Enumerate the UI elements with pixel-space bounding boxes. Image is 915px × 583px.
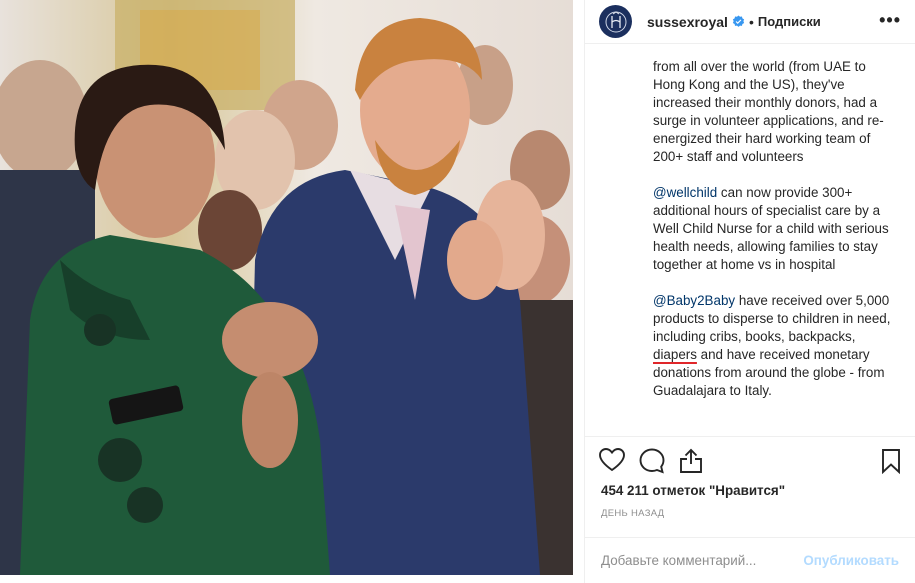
header-separator: •	[748, 13, 754, 30]
post-actions-bar	[599, 448, 901, 476]
spellcheck-highlight: diapers	[653, 347, 697, 362]
more-options-icon[interactable]: •••	[879, 10, 901, 31]
post-header: sussexroyal • Подписки •••	[585, 0, 915, 44]
heart-icon[interactable]	[599, 448, 625, 477]
caption-paragraph: @Baby2Baby have received over 5,000 prod…	[653, 292, 899, 400]
comment-bar: Опубликовать	[585, 537, 915, 583]
monogram-logo-icon	[605, 10, 626, 32]
share-icon[interactable]	[679, 448, 703, 479]
verified-badge-icon	[732, 15, 745, 28]
post-side-panel: sussexroyal • Подписки ••• from all over…	[584, 0, 915, 583]
caption-paragraph: @wellchild can now provide 300+ addition…	[653, 184, 899, 274]
post-caption: from all over the world (from UAE to Hon…	[585, 44, 915, 437]
post-timestamp[interactable]: ДЕНЬ НАЗАД	[601, 508, 664, 519]
comment-input[interactable]	[601, 553, 804, 568]
likes-count[interactable]: 454 211 отметок "Нравится"	[601, 483, 785, 498]
mention-link-baby2baby[interactable]: @Baby2Baby	[653, 293, 735, 308]
caption-paragraph: from all over the world (from UAE to Hon…	[653, 59, 884, 164]
mention-link-wellchild[interactable]: @wellchild	[653, 185, 717, 200]
post-comment-button[interactable]: Опубликовать	[803, 553, 899, 568]
following-button[interactable]: Подписки	[758, 14, 821, 29]
comment-bubble-icon[interactable]	[639, 448, 665, 479]
photo-illustration	[0, 0, 573, 575]
avatar[interactable]	[599, 5, 632, 38]
post-photo[interactable]	[0, 0, 573, 575]
username-link[interactable]: sussexroyal	[647, 14, 728, 30]
bookmark-icon[interactable]	[881, 448, 901, 479]
